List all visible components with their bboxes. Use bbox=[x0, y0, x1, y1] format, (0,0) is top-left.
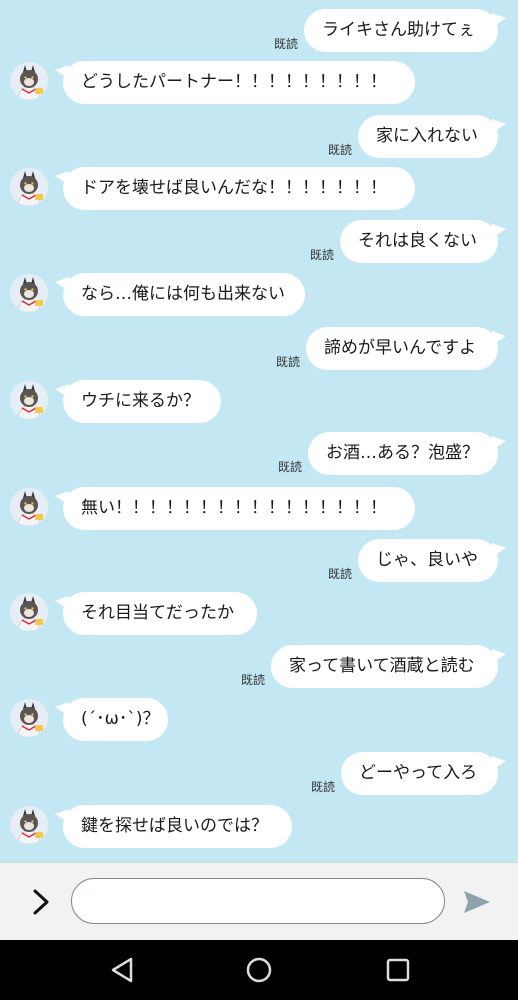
read-receipt: 既読 bbox=[309, 248, 334, 262]
message-bubble[interactable]: ライキさん助けてぇ bbox=[304, 9, 506, 52]
avatar[interactable] bbox=[10, 62, 48, 100]
avatar[interactable] bbox=[10, 488, 48, 526]
read-receipt: 既読 bbox=[310, 780, 335, 794]
avatar[interactable] bbox=[10, 168, 48, 206]
message-bubble[interactable]: じゃ、良いや bbox=[358, 539, 506, 582]
message-bubble[interactable]: (´･ω･`)？ bbox=[55, 698, 168, 741]
avatar[interactable] bbox=[10, 274, 48, 312]
message-bubble[interactable]: ドアを壊せば良いんだな！！！！！！！ bbox=[55, 167, 415, 210]
message-bubble[interactable]: 鍵を探せば良いのでは？ bbox=[55, 805, 292, 848]
message-bubble[interactable]: 諦めが早いんですよ bbox=[306, 327, 506, 370]
message-bubble[interactable]: 家に入れない bbox=[358, 115, 506, 158]
message-bubble[interactable]: 無い！！！！！！！！！！！！！！！！ bbox=[55, 487, 415, 530]
back-triangle-icon[interactable] bbox=[108, 955, 138, 985]
android-nav-bar bbox=[0, 940, 518, 1000]
message-bubble[interactable]: どーやって入ろ bbox=[341, 752, 506, 795]
read-receipt: 既読 bbox=[327, 143, 352, 157]
message-input[interactable] bbox=[71, 878, 445, 924]
message-bubble[interactable]: なら…俺には何も出来ない bbox=[55, 273, 305, 316]
message-bubble[interactable]: それは良くない bbox=[340, 220, 506, 263]
avatar[interactable] bbox=[10, 806, 48, 844]
message-bubble[interactable]: どうしたパートナー！！！！！！！！！ bbox=[55, 61, 415, 104]
read-receipt: 既読 bbox=[240, 673, 265, 687]
message-bubble[interactable]: ウチに来るか？ bbox=[55, 380, 221, 423]
read-receipt: 既読 bbox=[275, 355, 300, 369]
chevron-right-icon[interactable] bbox=[28, 887, 54, 917]
chat-message-list[interactable]: ライキさん助けてぇ 既読 どうしたパートナー！！！！！！！！！ 家に入れない 既読 ド… bbox=[0, 0, 518, 862]
message-bubble[interactable]: それ目当てだったか bbox=[55, 592, 257, 635]
recents-square-icon[interactable] bbox=[383, 955, 413, 985]
read-receipt: 既読 bbox=[277, 460, 302, 474]
message-bubble[interactable]: 家って書いて酒蔵と読む bbox=[271, 645, 506, 688]
home-circle-icon[interactable] bbox=[244, 955, 274, 985]
avatar[interactable] bbox=[10, 381, 48, 419]
avatar[interactable] bbox=[10, 699, 48, 737]
read-receipt: 既読 bbox=[327, 567, 352, 581]
send-icon[interactable] bbox=[462, 887, 492, 917]
read-receipt: 既読 bbox=[273, 37, 298, 51]
message-input-bar bbox=[0, 862, 518, 940]
message-bubble[interactable]: お酒…ある？泡盛？ bbox=[308, 432, 506, 475]
avatar[interactable] bbox=[10, 593, 48, 631]
